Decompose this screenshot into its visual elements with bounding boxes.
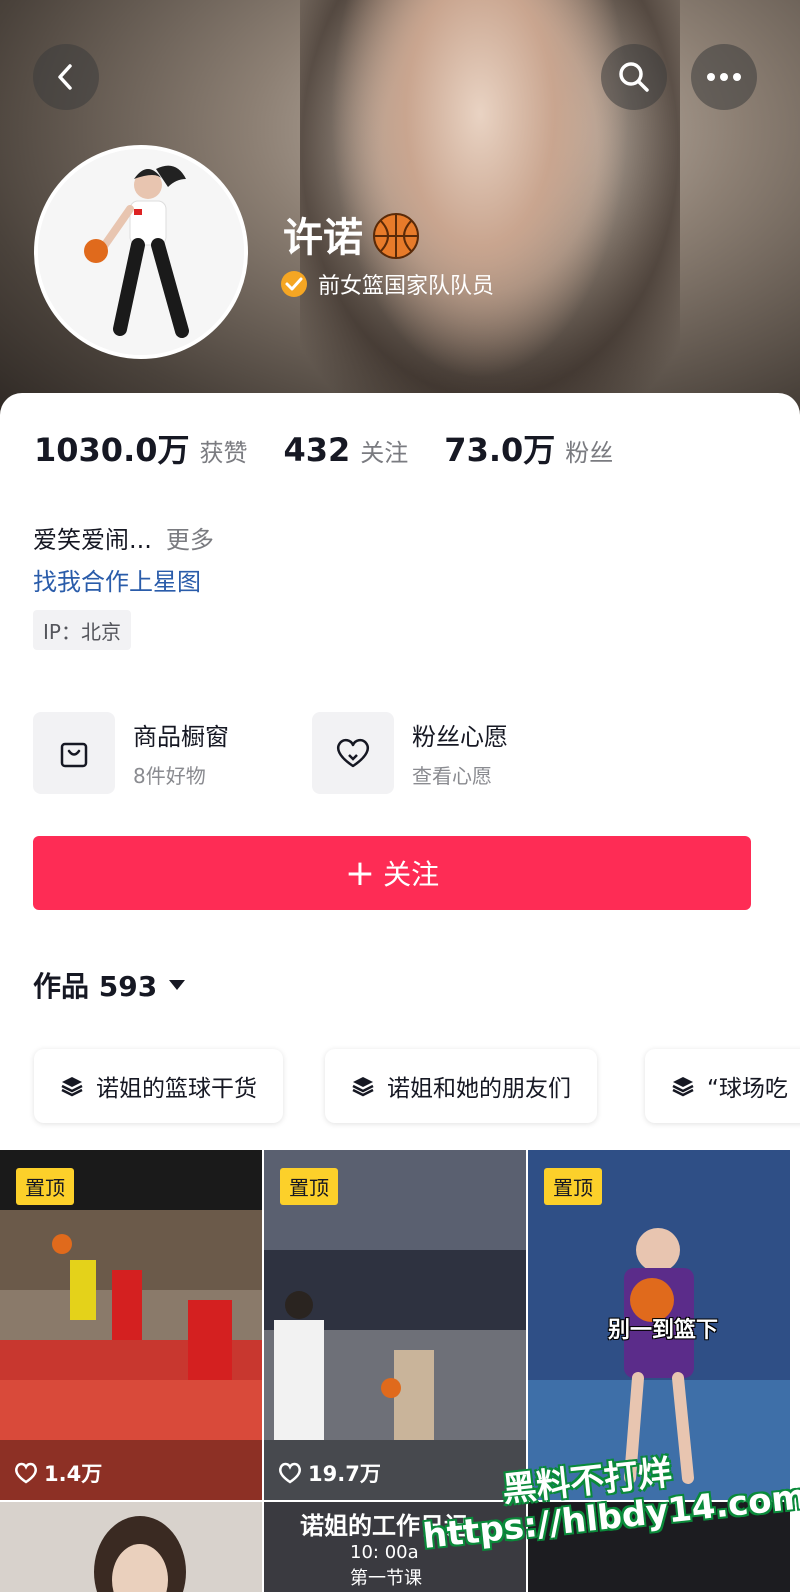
fan-wish-subtitle: 查看心愿	[412, 764, 492, 788]
fan-wish-title: 粉丝心愿	[412, 723, 508, 751]
layers-icon	[352, 1077, 374, 1097]
video-thumb-portrait	[0, 1502, 262, 1592]
collection-chip[interactable]: 诺姐的篮球干货	[34, 1049, 283, 1123]
search-icon	[619, 62, 649, 92]
following-label[interactable]: 关注	[360, 433, 408, 468]
follow-label: 关注	[383, 858, 440, 891]
shopping-bag-icon	[33, 712, 115, 794]
video-caption: 别一到篮下	[608, 1318, 719, 1343]
cover-photo-face	[330, 0, 630, 380]
video-thumbnail[interactable]: 置顶 19.7万	[264, 1150, 526, 1500]
search-button[interactable]	[601, 44, 667, 110]
shop-window-subtitle: 8件好物	[133, 764, 206, 788]
collection-label: 诺姐的篮球干货	[96, 1076, 257, 1102]
stats-row: 1030.0万 获赞 432 关注 73.0万 粉丝	[34, 425, 649, 471]
caret-down-icon	[169, 980, 186, 990]
profile-name: 许诺	[283, 215, 363, 261]
video-caption-sub: 第一节课	[350, 1568, 422, 1589]
followers-label[interactable]: 粉丝	[565, 433, 613, 468]
back-button[interactable]	[33, 44, 99, 110]
shop-window-title: 商品橱窗	[133, 723, 229, 751]
pinned-badge: 置顶	[16, 1168, 74, 1205]
works-label: 作品 593	[33, 970, 158, 1003]
shop-window-entry[interactable]: 商品橱窗 8件好物	[33, 712, 229, 794]
followers-count[interactable]: 73.0万	[444, 425, 555, 471]
more-dots-icon	[707, 73, 741, 81]
plus-icon: +	[344, 852, 376, 894]
pinned-badge: 置顶	[544, 1168, 602, 1205]
follow-button[interactable]: + 关注	[33, 836, 751, 910]
video-thumbnail[interactable]	[0, 1502, 262, 1592]
avatar-player-illustration	[38, 149, 244, 355]
ip-location-tag: IP：北京	[33, 610, 131, 650]
bio-text: 爱笑爱闹...	[33, 526, 152, 554]
verified-text: 前女篮国家队队员	[318, 274, 495, 299]
heart-icon	[15, 1462, 37, 1484]
video-likes: 19.7万	[278, 1458, 381, 1488]
more-button[interactable]	[691, 44, 757, 110]
chevron-left-icon	[58, 64, 72, 90]
video-thumbnail[interactable]: 置顶 1.4万	[0, 1150, 262, 1500]
likes-count: 1.4万	[44, 1462, 103, 1486]
layers-icon	[61, 1077, 83, 1097]
verified-icon	[281, 271, 307, 297]
works-tab[interactable]: 作品 593	[33, 965, 187, 1005]
likes-count: 19.7万	[308, 1462, 381, 1486]
bio: 爱笑爱闹... 更多	[33, 520, 214, 555]
collection-label: “球场吃	[707, 1076, 788, 1102]
avatar[interactable]	[34, 145, 248, 359]
layers-icon	[672, 1077, 694, 1097]
basketball-icon	[373, 213, 419, 259]
bio-more-link[interactable]: 更多	[166, 526, 214, 554]
video-likes: 1.4万	[14, 1458, 102, 1488]
heart-icon	[279, 1462, 301, 1484]
following-count[interactable]: 432	[284, 431, 351, 469]
collection-chip[interactable]: “球场吃	[645, 1049, 800, 1123]
heart-wish-icon	[312, 712, 394, 794]
collection-label: 诺姐和她的朋友们	[387, 1076, 571, 1102]
video-caption-time: 10: 00a	[350, 1542, 419, 1563]
likes-label: 获赞	[199, 439, 248, 467]
fan-wish-entry[interactable]: 粉丝心愿 查看心愿	[312, 712, 508, 794]
collections-scroller[interactable]: 诺姐的篮球干货 诺姐和她的朋友们 “球场吃	[0, 1040, 800, 1135]
cooperation-link[interactable]: 找我合作上星图	[33, 562, 201, 597]
verified-badge: 前女篮国家队队员	[280, 268, 494, 300]
pinned-badge: 置顶	[280, 1168, 338, 1205]
likes-count: 1030.0万	[34, 431, 190, 469]
collection-chip[interactable]: 诺姐和她的朋友们	[325, 1049, 597, 1123]
